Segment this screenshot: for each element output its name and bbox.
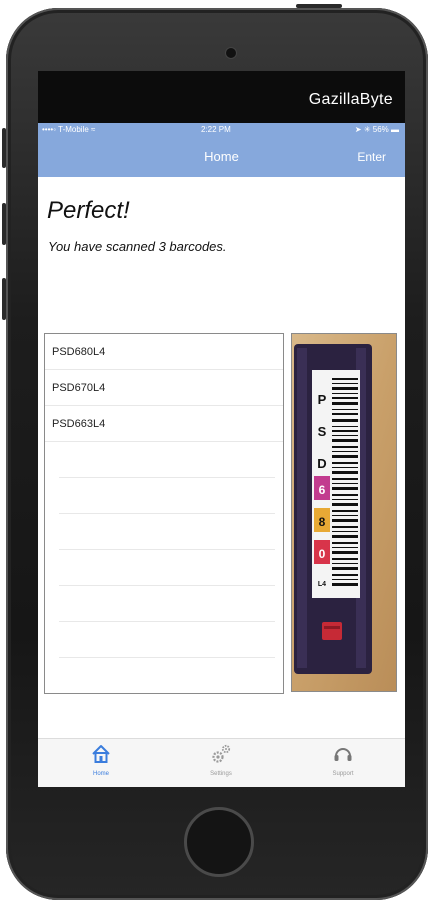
tab-support-label: Support bbox=[332, 771, 354, 777]
carrier-signal: ••••◦ T-Mobile ≈ bbox=[42, 125, 96, 134]
power-button bbox=[296, 4, 342, 8]
tape-label-char: P bbox=[318, 392, 327, 407]
screen: GazillaByte ••••◦ T-Mobile ≈ 2:22 PM ➤ ✳… bbox=[38, 71, 405, 787]
nav-title: Home bbox=[204, 149, 239, 164]
list-item[interactable]: PSD680L4 bbox=[45, 334, 283, 370]
barcode-list[interactable]: PSD680L4 PSD670L4 PSD663L4 bbox=[44, 333, 284, 694]
empty-row bbox=[59, 622, 275, 658]
empty-row bbox=[59, 586, 275, 622]
tape-cartridge-photo: P S D 6 8 0 L4 bbox=[292, 334, 396, 691]
brand-bar: GazillaByte bbox=[38, 71, 405, 123]
mute-switch bbox=[2, 128, 6, 168]
battery-status: ➤ ✳ 56% ▬ bbox=[354, 125, 399, 134]
list-item[interactable]: PSD663L4 bbox=[45, 406, 283, 442]
tape-label-char: L4 bbox=[318, 581, 326, 588]
tab-home-label: Home bbox=[92, 771, 109, 777]
status-bar: ••••◦ T-Mobile ≈ 2:22 PM ➤ ✳ 56% ▬ bbox=[38, 123, 405, 137]
empty-row bbox=[59, 514, 275, 550]
tape-label-char: 8 bbox=[319, 515, 326, 529]
tape-label-char: S bbox=[318, 424, 327, 439]
front-camera bbox=[225, 47, 237, 59]
empty-row bbox=[59, 550, 275, 586]
scan-summary: You have scanned 3 barcodes. bbox=[48, 239, 227, 254]
tab-settings-label: Settings bbox=[210, 771, 232, 777]
page-title: Perfect! bbox=[47, 197, 130, 224]
brand-name: GazillaByte bbox=[308, 91, 393, 108]
tab-support[interactable]: Support bbox=[303, 743, 383, 777]
tape-label-char: 6 bbox=[319, 483, 326, 497]
gears-icon bbox=[212, 744, 231, 763]
tape-label-char: D bbox=[317, 456, 326, 471]
tab-settings[interactable]: Settings bbox=[181, 743, 261, 777]
home-icon bbox=[92, 745, 110, 763]
navigation-bar: Home Enter bbox=[38, 137, 405, 177]
tab-bar: Home Settings Support bbox=[38, 738, 405, 787]
tape-label-char: 0 bbox=[319, 547, 326, 561]
tab-home[interactable]: Home bbox=[61, 743, 141, 777]
home-button[interactable] bbox=[184, 807, 254, 877]
list-item[interactable]: PSD670L4 bbox=[45, 370, 283, 406]
enter-button[interactable]: Enter bbox=[357, 150, 386, 164]
empty-row bbox=[59, 478, 275, 514]
headset-icon bbox=[334, 748, 352, 761]
volume-up-button bbox=[2, 203, 6, 245]
volume-down-button bbox=[2, 278, 6, 320]
camera-preview: P S D 6 8 0 L4 bbox=[291, 333, 397, 692]
status-time: 2:22 PM bbox=[201, 125, 231, 134]
empty-row bbox=[59, 442, 275, 478]
